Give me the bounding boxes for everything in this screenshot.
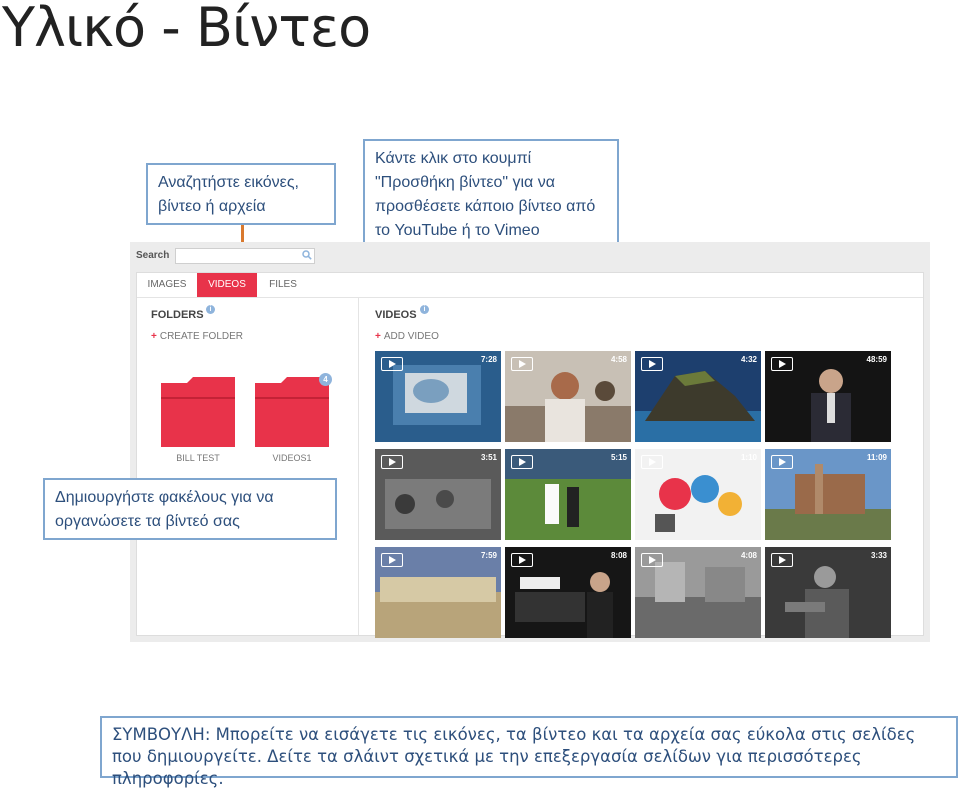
video-thumbnail[interactable]: 4:08 bbox=[635, 547, 761, 638]
video-thumbnail[interactable]: 7:59 bbox=[375, 547, 501, 638]
create-folder-label: CREATE FOLDER bbox=[159, 331, 244, 342]
tip-text: ΣΥΜΒΟΥΛΗ: Μπορείτε να εισάγετε τις εικόν… bbox=[112, 725, 916, 788]
play-icon bbox=[511, 553, 533, 567]
play-icon bbox=[771, 553, 793, 567]
video-thumbnail[interactable]: 5:15 bbox=[505, 449, 631, 540]
plus-icon: + bbox=[375, 331, 381, 342]
media-tabs: IMAGES VIDEOS FILES bbox=[137, 273, 923, 298]
create-folder-button[interactable]: + CREATE FOLDER bbox=[151, 331, 243, 342]
video-duration: 4:58 bbox=[610, 355, 627, 364]
video-duration: 11:09 bbox=[866, 453, 887, 462]
folder-name: BILL TEST bbox=[176, 453, 220, 463]
folder-icon[interactable] bbox=[255, 377, 329, 447]
play-icon bbox=[641, 357, 663, 371]
video-duration: 48:59 bbox=[866, 355, 887, 364]
tab-videos[interactable]: VIDEOS bbox=[197, 273, 257, 297]
play-icon bbox=[511, 357, 533, 371]
video-duration: 4:32 bbox=[740, 355, 757, 364]
play-icon bbox=[771, 357, 793, 371]
video-thumbnail[interactable]: 3:33 bbox=[765, 547, 891, 638]
video-duration: 3:51 bbox=[480, 453, 497, 462]
folders-callout-text: Δημιουργήστε φακέλους για να οργανώσετε … bbox=[55, 489, 274, 530]
play-icon bbox=[641, 553, 663, 567]
tab-images[interactable]: IMAGES bbox=[137, 273, 197, 297]
tab-files[interactable]: FILES bbox=[257, 273, 309, 297]
video-thumbnail[interactable]: 4:32 bbox=[635, 351, 761, 442]
play-icon bbox=[641, 455, 663, 469]
add-video-button[interactable]: + ADD VIDEO bbox=[375, 331, 439, 342]
video-duration: 7:59 bbox=[480, 551, 497, 560]
folder-name: VIDEOS1 bbox=[272, 453, 312, 463]
folders-callout: Δημιουργήστε φακέλους για να οργανώσετε … bbox=[43, 478, 337, 540]
info-icon[interactable]: i bbox=[206, 305, 215, 314]
video-thumbnail[interactable]: 11:09 bbox=[765, 449, 891, 540]
section-divider bbox=[358, 297, 359, 635]
video-thumbnail[interactable]: 4:58 bbox=[505, 351, 631, 442]
add-video-callout-text: Κάντε κλικ στο κουμπί "Προσθήκη βίντεο" … bbox=[375, 150, 596, 239]
folders-title: FOLDERS bbox=[151, 309, 204, 321]
media-panel: IMAGES VIDEOS FILES FOLDERS i + CREATE FO… bbox=[136, 272, 924, 638]
search-label: Search bbox=[136, 250, 170, 261]
search-callout-text: Αναζητήστε εικόνες, βίντεο ή αρχεία bbox=[158, 174, 299, 215]
video-thumbnail[interactable]: 7:28 bbox=[375, 351, 501, 442]
video-duration: 4:08 bbox=[740, 551, 757, 560]
search-input[interactable] bbox=[175, 248, 315, 264]
search-callout: Αναζητήστε εικόνες, βίντεο ή αρχεία bbox=[146, 163, 336, 225]
videos-title: VIDEOS bbox=[375, 309, 417, 321]
video-duration: 8:08 bbox=[610, 551, 627, 560]
play-icon bbox=[381, 455, 403, 469]
video-thumbnail[interactable]: 8:08 bbox=[505, 547, 631, 638]
video-duration: 5:15 bbox=[610, 453, 627, 462]
search-icon[interactable] bbox=[302, 250, 312, 260]
folder-icon[interactable] bbox=[161, 377, 235, 447]
video-thumbnail[interactable]: 3:51 bbox=[375, 449, 501, 540]
play-icon bbox=[771, 455, 793, 469]
play-icon bbox=[381, 357, 403, 371]
video-duration: 1:10 bbox=[740, 453, 757, 462]
play-icon bbox=[511, 455, 533, 469]
slide-title: Υλικό - Βίντεο bbox=[2, 0, 371, 59]
add-video-callout: Κάντε κλικ στο κουμπί "Προσθήκη βίντεο" … bbox=[363, 139, 619, 249]
media-library-window: Search IMAGES VIDEOS FILES FOLDERS i + CR… bbox=[130, 242, 930, 642]
info-icon[interactable]: i bbox=[420, 305, 429, 314]
video-duration: 7:28 bbox=[480, 355, 497, 364]
tip-box: ΣΥΜΒΟΥΛΗ: Μπορείτε να εισάγετε τις εικόν… bbox=[100, 716, 958, 788]
video-thumbnail[interactable]: 48:59 bbox=[765, 351, 891, 442]
video-duration: 3:33 bbox=[870, 551, 887, 560]
add-video-label: ADD VIDEO bbox=[383, 331, 439, 342]
folder-count-badge: 4 bbox=[319, 373, 332, 386]
plus-icon: + bbox=[151, 331, 157, 342]
play-icon bbox=[381, 553, 403, 567]
search-bar: Search bbox=[130, 242, 930, 270]
video-thumbnail[interactable]: 1:10 bbox=[635, 449, 761, 540]
